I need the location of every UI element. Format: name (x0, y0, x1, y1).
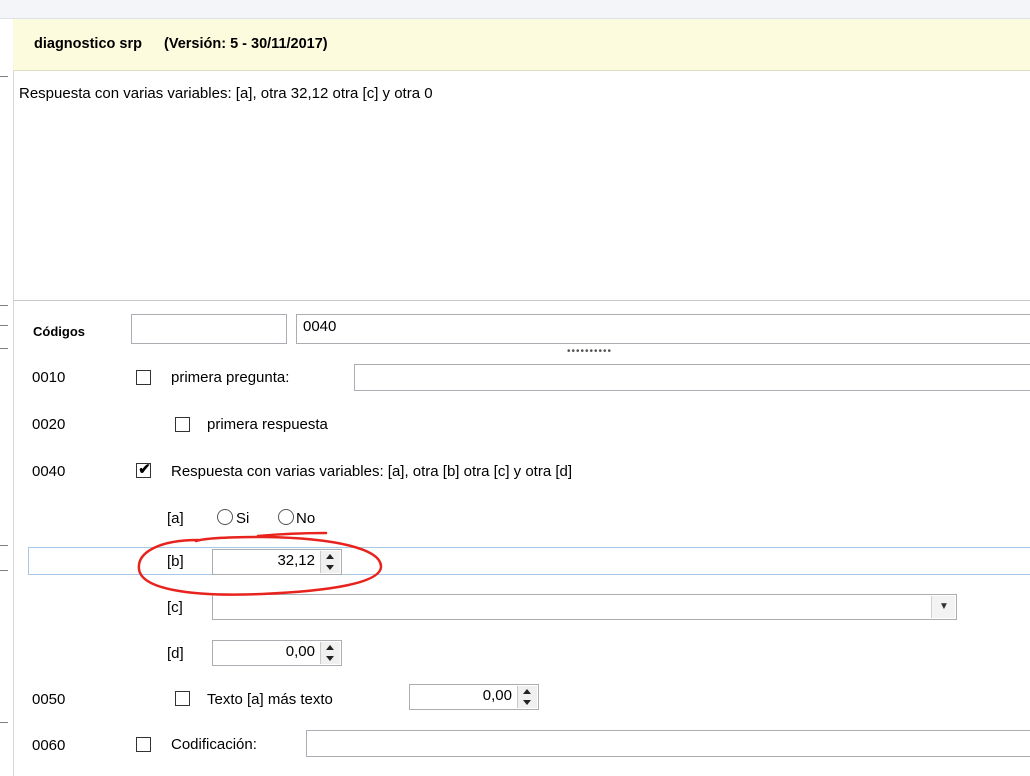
row-code-0020: 0020 (32, 416, 66, 433)
section-divider (13, 300, 1030, 301)
codes-label: Códigos (33, 324, 85, 339)
codes-input-2[interactable]: 0040 (296, 314, 1030, 344)
left-tick (0, 76, 8, 77)
row-code-0040: 0040 (32, 463, 66, 480)
var-d-spinner[interactable] (320, 642, 340, 664)
spin-up-icon[interactable] (523, 689, 531, 694)
radio-no[interactable] (278, 509, 294, 525)
var-c-dropdown[interactable]: ▼ (212, 594, 957, 620)
checkbox-0020[interactable] (175, 417, 190, 432)
spin-down-icon[interactable] (326, 565, 334, 570)
label-0050: Texto [a] más texto (207, 691, 333, 708)
left-tick (0, 348, 8, 349)
annotation-underline (256, 531, 328, 538)
checkbox-0050[interactable] (175, 691, 190, 706)
var-d-number-input[interactable]: 0,00 (212, 640, 342, 666)
chevron-down-icon: ▼ (939, 601, 949, 612)
var-a-label: [a] (167, 510, 184, 527)
var-b-value: 32,12 (277, 552, 315, 569)
question-description: Respuesta con varias variables: [a], otr… (19, 85, 433, 102)
number-input-0050[interactable]: 0,00 (409, 684, 539, 710)
top-strip (0, 0, 1030, 19)
radio-si[interactable] (217, 509, 233, 525)
var-c-label: [c] (167, 599, 183, 616)
var-d-value: 0,00 (285, 643, 315, 660)
row-code-0010: 0010 (32, 369, 66, 386)
var-b-label: [b] (167, 553, 184, 570)
spin-up-icon[interactable] (326, 645, 334, 650)
form-version: (Versión: 5 - 30/11/2017) (164, 36, 328, 52)
left-tick (0, 305, 8, 306)
left-tick (0, 570, 8, 571)
label-0040: Respuesta con varias variables: [a], otr… (171, 463, 573, 480)
left-tick (0, 325, 8, 326)
checkbox-0040[interactable]: ✔ (136, 461, 151, 478)
form-header: diagnostico srp (Versión: 5 - 30/11/2017… (13, 19, 1030, 71)
radio-no-label: No (296, 510, 316, 527)
label-0020: primera respuesta (207, 416, 328, 433)
text-input-0010[interactable] (354, 364, 1030, 391)
value-0050: 0,00 (482, 687, 512, 704)
checkbox-0010[interactable] (136, 370, 151, 385)
left-tick (0, 722, 8, 723)
resize-handle[interactable]: •••••••••• (567, 347, 612, 357)
checkmark-icon: ✔ (138, 461, 151, 478)
var-b-spinner[interactable] (320, 551, 340, 573)
var-d-label: [d] (167, 645, 184, 662)
row-code-0060: 0060 (32, 737, 66, 754)
label-0010: primera pregunta: (171, 369, 290, 386)
left-tick (0, 545, 8, 546)
codes-input-1[interactable] (131, 314, 287, 344)
text-input-0060[interactable] (306, 730, 1030, 757)
spin-up-icon[interactable] (326, 554, 334, 559)
spin-down-icon[interactable] (523, 700, 531, 705)
form-title: diagnostico srp (34, 36, 142, 52)
spin-down-icon[interactable] (326, 656, 334, 661)
checkbox-0060[interactable] (136, 737, 151, 752)
label-0060: Codificación: (171, 736, 257, 753)
radio-si-label: Si (236, 510, 250, 527)
row-code-0050: 0050 (32, 691, 66, 708)
left-border (13, 18, 14, 776)
spinner-0050[interactable] (517, 686, 537, 708)
dropdown-arrow[interactable]: ▼ (931, 596, 955, 618)
var-b-number-input[interactable]: 32,12 (212, 549, 342, 575)
